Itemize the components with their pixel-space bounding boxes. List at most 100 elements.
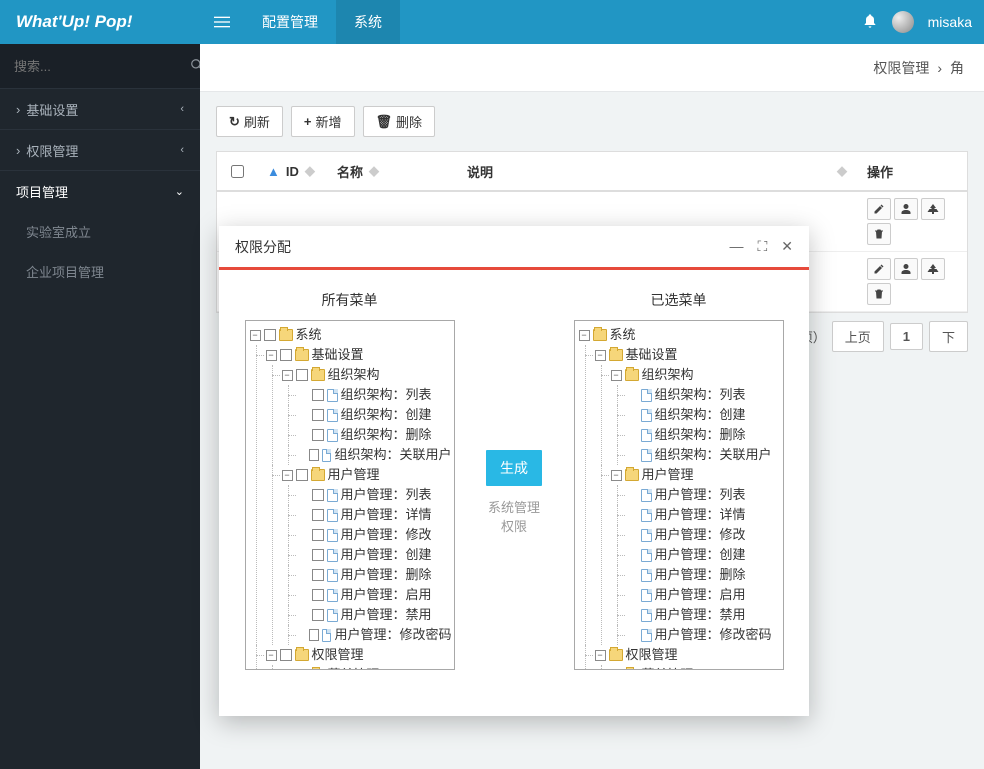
nav-system[interactable]: 系统 [336,0,400,44]
tree-checkbox[interactable] [312,509,324,521]
tree-node[interactable]: 系统 [579,325,781,345]
search-input[interactable] [14,59,190,74]
selected-menus-tree[interactable]: 系统基础设置组织架构组织架构：列表组织架构：创建组织架构：删除组织架构：关联用户… [574,320,784,670]
tree-checkbox[interactable] [309,629,319,641]
breadcrumb-item[interactable]: 权限管理 [873,58,929,78]
tree-node[interactable]: 用户管理：删除 [627,565,781,585]
tree-node[interactable]: 用户管理：修改 [627,525,781,545]
sidebar-item-project[interactable]: 项目管理 ⌄ [0,171,200,211]
close-icon[interactable]: ✕ [781,238,793,255]
collapse-icon[interactable] [282,670,293,671]
delete-row-button[interactable] [867,223,891,245]
th-id[interactable]: ▲ ID ◆ [257,163,327,179]
sidebar-sub-lab[interactable]: 实验室成立 [10,211,200,251]
tree-node[interactable]: 权限管理 [595,645,781,665]
tree-node[interactable]: 组织架构：关联用户 [627,445,781,465]
tree-checkbox[interactable] [312,489,324,501]
tree-node[interactable]: 用户管理：创建 [298,545,452,565]
minimize-icon[interactable]: — [729,238,743,255]
sidebar-item-basic[interactable]: › 基础设置 ‹ [0,89,200,129]
tree-node[interactable]: 用户管理：创建 [627,545,781,565]
tree-checkbox[interactable] [312,389,324,401]
collapse-icon[interactable] [282,370,293,381]
prev-page-button[interactable]: 上页 [832,321,884,352]
tree-node[interactable]: 组织架构：删除 [627,425,781,445]
th-desc[interactable]: 说明 ◆ [457,162,857,181]
bell-icon[interactable] [862,13,878,32]
avatar[interactable] [892,11,914,33]
nav-config[interactable]: 配置管理 [244,0,336,44]
tree-node[interactable]: 用户管理：禁用 [627,605,781,625]
tree-checkbox[interactable] [312,529,324,541]
collapse-icon[interactable] [595,350,606,361]
tree-node[interactable]: 组织架构：关联用户 [298,445,452,465]
tree-node[interactable]: 组织架构 [282,365,452,385]
edit-button[interactable] [867,198,891,220]
tree-node[interactable]: 组织架构：删除 [298,425,452,445]
delete-row-button[interactable] [867,283,891,305]
tree-node[interactable]: 组织架构 [611,365,781,385]
tree-checkbox[interactable] [280,649,292,661]
tree-node[interactable]: 菜单管理 [611,665,781,670]
tree-node[interactable]: 用户管理：启用 [627,585,781,605]
collapse-icon[interactable] [282,470,293,481]
tree-node[interactable]: 用户管理：删除 [298,565,452,585]
tree-checkbox[interactable] [309,449,319,461]
tree-button[interactable] [921,198,945,220]
tree-checkbox[interactable] [296,469,308,481]
tree-checkbox[interactable] [264,329,276,341]
tree-node[interactable]: 用户管理：启用 [298,585,452,605]
generate-button[interactable]: 生成 [486,450,542,486]
tree-checkbox[interactable] [280,349,292,361]
tree-checkbox[interactable] [312,429,324,441]
tree-checkbox[interactable] [312,569,324,581]
breadcrumb-item[interactable]: 角 [950,58,964,78]
page-number[interactable]: 1 [890,323,923,350]
collapse-icon[interactable] [250,330,261,341]
user-button[interactable] [894,258,918,280]
tree-node[interactable]: 基础设置 [266,345,452,365]
tree-checkbox[interactable] [312,409,324,421]
tree-node[interactable]: 用户管理：修改密码 [298,625,452,645]
tree-node[interactable]: 用户管理 [611,465,781,485]
tree-node[interactable]: 用户管理：禁用 [298,605,452,625]
all-menus-tree[interactable]: 系统基础设置组织架构组织架构：列表组织架构：创建组织架构：删除组织架构：关联用户… [245,320,455,670]
sidebar-sub-enterprise[interactable]: 企业项目管理 [10,251,200,291]
tree-node[interactable]: 用户管理 [282,465,452,485]
tree-checkbox[interactable] [312,609,324,621]
username[interactable]: misaka [928,14,972,30]
modal-titlebar[interactable]: 权限分配 — ⛶ ✕ [219,226,809,270]
collapse-icon[interactable] [579,330,590,341]
tree-node[interactable]: 用户管理：列表 [298,485,452,505]
tree-node[interactable]: 用户管理：修改 [298,525,452,545]
collapse-icon[interactable] [611,470,622,481]
tree-button[interactable] [921,258,945,280]
user-button[interactable] [894,198,918,220]
hamburger-icon[interactable] [200,0,244,44]
tree-node[interactable]: 组织架构：创建 [627,405,781,425]
tree-node[interactable]: 系统 [250,325,452,345]
collapse-icon[interactable] [266,350,277,361]
maximize-icon[interactable]: ⛶ [757,238,767,255]
select-all-checkbox[interactable] [231,165,244,178]
collapse-icon[interactable] [266,650,277,661]
refresh-button[interactable]: ↻ 刷新 [216,106,283,137]
tree-node[interactable]: 组织架构：创建 [298,405,452,425]
tree-checkbox[interactable] [296,369,308,381]
edit-button[interactable] [867,258,891,280]
tree-node[interactable]: 用户管理：修改密码 [627,625,781,645]
tree-node[interactable]: 组织架构：列表 [627,385,781,405]
tree-checkbox[interactable] [312,589,324,601]
tree-checkbox[interactable] [296,669,308,670]
collapse-icon[interactable] [611,670,622,671]
sidebar-item-permission[interactable]: › 权限管理 ‹ [0,130,200,170]
add-button[interactable]: + 新增 [291,106,355,137]
delete-button[interactable]: 🗑 删除 [363,106,436,137]
tree-node[interactable]: 权限管理 [266,645,452,665]
tree-node[interactable]: 用户管理：详情 [627,505,781,525]
next-page-button[interactable]: 下 [929,321,968,352]
th-name[interactable]: 名称 ◆ [327,162,457,181]
tree-node[interactable]: 组织架构：列表 [298,385,452,405]
tree-node[interactable]: 基础设置 [595,345,781,365]
tree-checkbox[interactable] [312,549,324,561]
